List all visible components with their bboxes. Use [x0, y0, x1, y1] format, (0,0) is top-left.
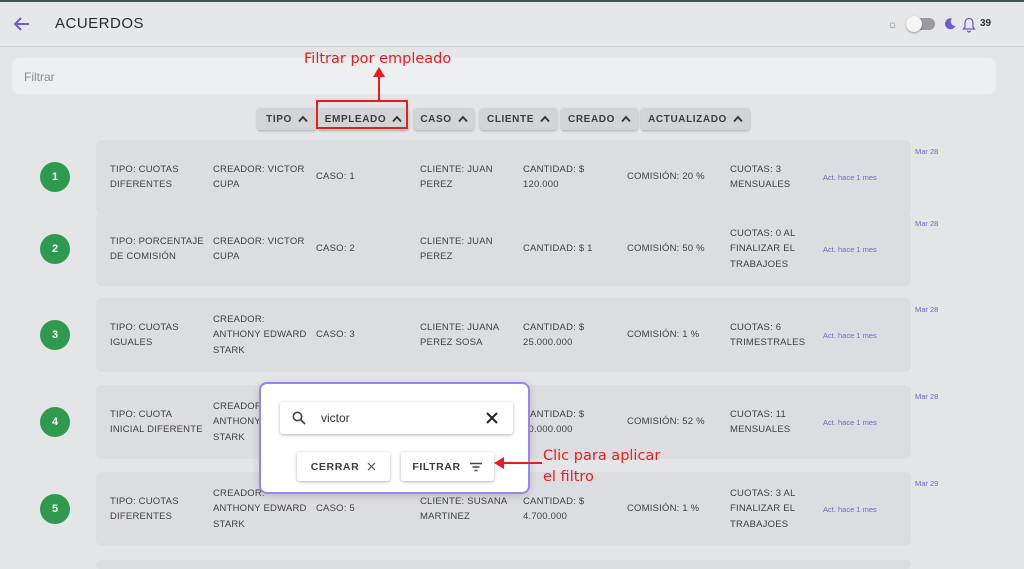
commission-cell: COMISIÓN: 1 % [627, 329, 700, 341]
sun-icon: ☼ [887, 17, 898, 31]
amount-cell: CANTIDAD: $ 120.000 [523, 163, 585, 191]
tipo-cell: TIPO: CUOTAS DIFERENTES [110, 163, 179, 191]
updated-ago: Act. hace 1 mes [823, 330, 877, 340]
annotation-filter-by-employee: Filtrar por empleado [304, 51, 452, 67]
search-value: victor [321, 411, 350, 425]
installments-cell: CUOTAS: 6 TRIMESTRALES [730, 321, 806, 349]
created-date: Mar 29 [915, 479, 939, 488]
creator-cell: CREADOR: VICTOR CUPA [213, 163, 305, 191]
chevron-up-icon [457, 115, 468, 123]
sort-chips: TIPO EMPLEADO CASO CLIENTE CREADO ACTUALIZADO [0, 108, 1024, 130]
app-header: ACUERDOS ☼ 39 [0, 2, 1024, 47]
apply-filter-label: FILTRAR [412, 460, 461, 473]
updated-ago: Act. hace 1 mes [823, 504, 877, 514]
amount-cell: CANTIDAD: $ 1 [523, 243, 593, 255]
commission-cell: COMISIÓN: 50 % [627, 243, 705, 255]
bell-icon[interactable] [962, 17, 976, 33]
chevron-up-icon [298, 115, 308, 123]
close-button-label: CERRAR [310, 460, 360, 473]
back-arrow-icon[interactable] [12, 14, 32, 34]
created-date: Mar 28 [915, 392, 939, 401]
highlight-box [316, 100, 408, 129]
annotation-apply-line2: el filtro [543, 469, 594, 485]
updated-ago: Act. hace 1 mes [823, 417, 877, 427]
sort-chip-cliente[interactable]: CLIENTE [480, 108, 557, 130]
updated-ago: Act. hace 1 mes [823, 244, 877, 254]
apply-filter-button[interactable]: FILTRAR [401, 452, 494, 481]
sort-chip-actualizado[interactable]: ACTUALIZADO [641, 108, 750, 130]
tipo-cell: TIPO: PORCENTAJE DE COMISIÓN [110, 235, 204, 263]
moon-icon [944, 18, 956, 30]
installments-cell: CUOTAS: 3 AL FINALIZAR EL TRABAJOES [730, 487, 796, 530]
theme-toggle[interactable] [906, 16, 935, 32]
updated-ago: Act. hace 1 mes [823, 172, 877, 182]
employee-search-field[interactable]: victor [280, 402, 513, 434]
client-cell: CLIENTE: JUAN PEREZ [420, 235, 493, 263]
chevron-up-icon [733, 115, 743, 123]
case-cell: CASO: 1 [316, 171, 355, 183]
agreement-number-badge: 5 [40, 494, 70, 524]
sort-chip-tipo[interactable]: TIPO [257, 108, 317, 130]
created-date: Mar 28 [915, 219, 939, 228]
notification-count: 39 [980, 18, 992, 29]
installments-cell: CUOTAS: 0 AL FINALIZAR EL TRABAJOES [730, 227, 796, 270]
search-icon [292, 411, 306, 425]
sort-chip-label: ACTUALIZADO [648, 113, 727, 125]
sort-chip-creado[interactable]: CREADO [561, 108, 638, 130]
tipo-cell: TIPO: CUOTA INICIAL DIFERENTE [110, 408, 203, 436]
creator-cell: CREADOR: ANTHONY EDWARD STARK [213, 313, 307, 356]
filter-lines-icon [469, 462, 482, 471]
sort-chip-label: CASO [420, 113, 452, 125]
filter-bar [12, 58, 996, 94]
tipo-cell: TIPO: CUOTAS IGUALES [110, 321, 179, 349]
created-date: Mar 28 [915, 305, 939, 314]
sort-chip-label: CREADO [568, 113, 615, 125]
case-cell: CASO: 2 [316, 243, 355, 255]
case-cell: CASO: 3 [316, 329, 355, 341]
clear-icon[interactable] [485, 411, 499, 425]
agreement-number-badge: 4 [40, 407, 70, 437]
filter-input[interactable] [22, 67, 926, 87]
tipo-cell: TIPO: CUOTAS DIFERENTES [110, 495, 179, 523]
sort-chip-label: CLIENTE [487, 113, 534, 125]
agreement-number-badge: 2 [40, 234, 70, 264]
sort-chip-label: TIPO [266, 113, 292, 125]
chevron-up-icon [621, 115, 631, 123]
annotation-apply-line1: Clic para aplicar [543, 448, 661, 464]
created-date: Mar 28 [915, 147, 939, 156]
installments-cell: CUOTAS: 3 MENSUALES [730, 163, 791, 191]
close-icon [367, 462, 376, 471]
annotation-apply-filter: Clic para aplicar el filtro [543, 446, 660, 488]
agreement-number-badge: 3 [40, 320, 70, 350]
page-title: ACUERDOS [55, 15, 145, 32]
client-cell: CLIENTE: JUAN PEREZ [420, 163, 493, 191]
agreement-number-badge: 1 [40, 162, 70, 192]
toggle-knob [906, 16, 922, 32]
commission-cell: COMISIÓN: 20 % [627, 171, 705, 183]
filter-modal: victor CERRAR FILTRAR [259, 382, 530, 494]
annotation-arrow-up [373, 67, 385, 102]
chevron-up-icon [540, 115, 550, 123]
agreement-card[interactable] [96, 560, 911, 569]
sort-chip-caso[interactable]: CASO [414, 108, 474, 130]
annotation-arrow-left [494, 457, 542, 469]
creator-cell: CREADOR: VICTOR CUPA [213, 235, 305, 263]
installments-cell: CUOTAS: 11 MENSUALES [730, 408, 791, 436]
close-button[interactable]: CERRAR [297, 452, 390, 481]
client-cell: CLIENTE: JUANA PEREZ SOSA [420, 321, 499, 349]
amount-cell: CANTIDAD: $ 25.000.000 [523, 321, 585, 349]
